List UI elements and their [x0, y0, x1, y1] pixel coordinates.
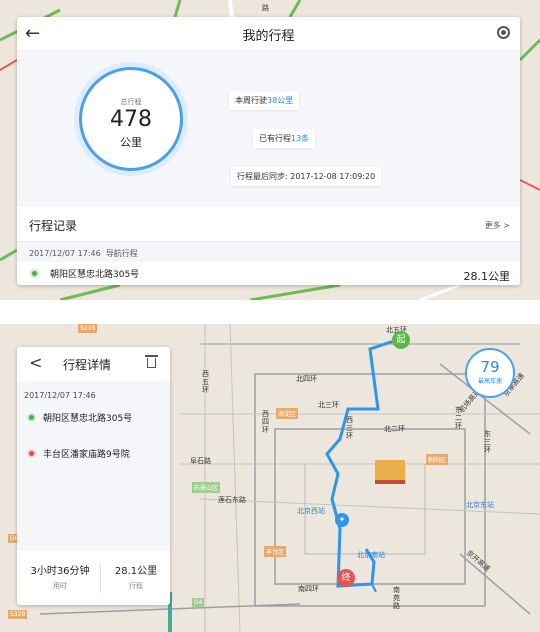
- week-value: 38公里: [267, 96, 294, 105]
- count-value: 13条: [291, 134, 310, 143]
- trip-detail-card: < 行程详情 2017/12/07 17:46 朝阳区慧忠北路305号 丰台区潘…: [17, 347, 170, 605]
- trip-count: 已有行程13条: [253, 129, 316, 148]
- max-speed-badge: 79 最高车速: [465, 348, 515, 398]
- records-header: 行程记录 更多 >: [17, 207, 520, 242]
- record-item[interactable]: 朝阳区慧忠北路305号 28.1公里: [17, 262, 520, 285]
- record-distance: 28.1公里: [463, 270, 511, 283]
- map-label-dongsanhuan: 东三环: [484, 430, 491, 454]
- sync-label: 行程最后同步:: [237, 172, 288, 181]
- page-title: 我的行程: [242, 29, 295, 44]
- detail-footer: 3小时36分钟 用时 28.1公里 行程: [17, 551, 170, 605]
- record-address: 朝阳区慧忠北路305号: [50, 270, 140, 280]
- map-label-fushilu: 阜石路: [190, 457, 211, 465]
- header-bar: ← 我的行程: [17, 17, 520, 51]
- max-speed-value: 79: [480, 358, 500, 376]
- total-value: 478: [110, 107, 152, 132]
- detail-body: 2017/12/07 17:46 朝阳区慧忠北路305号 丰台区潘家庙路9号院: [17, 381, 170, 551]
- back-arrow-icon[interactable]: <: [29, 353, 42, 372]
- end-dot-icon: [29, 451, 34, 456]
- detail-header: < 行程详情: [17, 347, 170, 381]
- map-district-haidian: 海淀区: [276, 408, 299, 419]
- record-date-text: 2017/12/07 17:46: [29, 249, 101, 258]
- start-pin-icon[interactable]: 起: [392, 331, 410, 349]
- more-link[interactable]: 更多 >: [485, 220, 510, 231]
- map-tag-s328: S328: [8, 610, 28, 619]
- stats-panel: 总行程 478 公里 本周行驶38公里 已有行程13条 行程最后同步: 2017…: [17, 51, 520, 207]
- sync-value: 2017-12-08 17:09:20: [290, 172, 376, 181]
- trash-icon[interactable]: [145, 355, 158, 368]
- bottom-screen: G6 S216 S328 G4 北四环 北三环 北二环 西五环 西四环 西三环 …: [0, 324, 540, 632]
- map-district-shijingshan: 石景山区: [192, 482, 221, 493]
- trip-summary-card: ← 我的行程 总行程 478 公里 本周行驶38公里 已有行程13条 行程最后同…: [17, 17, 520, 285]
- map-label-nansihuan: 南四环: [298, 585, 319, 593]
- distance-value: 28.1公里: [114, 566, 158, 577]
- last-sync: 行程最后同步: 2017-12-08 17:09:20: [231, 167, 382, 186]
- duration-value: 3小时36分钟: [30, 566, 90, 577]
- map-station-beijingnan: 北京南站: [357, 551, 385, 559]
- map-label-xisihuan: 西四环: [262, 410, 269, 434]
- total-distance-ring: 总行程 478 公里: [79, 67, 183, 171]
- map-road-label: 路: [262, 4, 269, 12]
- map-district-fengtai: 丰台区: [264, 546, 287, 557]
- start-dot-icon: [32, 271, 37, 276]
- total-unit: 公里: [120, 136, 142, 149]
- week-prefix: 本周行驶: [235, 96, 267, 105]
- distance-cell: 28.1公里 行程: [107, 562, 165, 591]
- map-label-beierhuan: 北二环: [384, 425, 405, 433]
- map-label-xiwuhuan: 西五环: [202, 370, 209, 394]
- record-meta[interactable]: 2017/12/07 17:46 导航行程: [17, 242, 520, 262]
- start-address: 朝阳区慧忠北路305号: [43, 414, 133, 424]
- end-address: 丰台区潘家庙路9号院: [43, 450, 130, 460]
- map-tag-g4: G4: [192, 598, 205, 607]
- settings-icon[interactable]: [497, 26, 510, 39]
- tiananmen-icon: [375, 460, 405, 484]
- trip-date: 2017/12/07 17:46: [24, 391, 96, 400]
- detail-title: 行程详情: [63, 358, 112, 372]
- duration-cell: 3小时36分钟 用时: [25, 562, 95, 591]
- top-screen: 路 ← 我的行程 总行程 478 公里 本周行驶38公里 已有行程13条 行程最…: [0, 0, 540, 300]
- map-station-beijingdong: 北京东站: [466, 501, 494, 509]
- duration-label: 用时: [53, 582, 67, 590]
- start-dot-icon: [29, 415, 34, 420]
- count-prefix: 已有行程: [259, 134, 291, 143]
- map-label-xisanhuan: 西三环: [346, 416, 353, 440]
- map-label-beisihuan: 北四环: [296, 375, 317, 383]
- records-title: 行程记录: [29, 219, 78, 233]
- map-label-nanyuan: 南苑路: [393, 586, 400, 610]
- navigation-icon: ✦: [335, 513, 349, 527]
- map-district-chaoyang: 朝阳区: [426, 454, 449, 465]
- record-type: 导航行程: [105, 249, 138, 258]
- total-label: 总行程: [120, 98, 142, 106]
- map-label-lianshilu: 莲石东路: [218, 496, 246, 504]
- end-pin-icon[interactable]: 终: [337, 569, 355, 587]
- footer-divider: [100, 563, 101, 593]
- map-station-beijingxi: 北京西站: [297, 507, 325, 515]
- map-label-beisanhuan: 北三环: [318, 401, 339, 409]
- max-speed-label: 最高车速: [477, 378, 502, 385]
- record-date: 2017/12/07 17:46 导航行程: [29, 248, 138, 259]
- map-tag-s216: S216: [78, 324, 98, 333]
- week-distance: 本周行驶38公里: [229, 91, 300, 110]
- distance-label: 行程: [129, 582, 143, 590]
